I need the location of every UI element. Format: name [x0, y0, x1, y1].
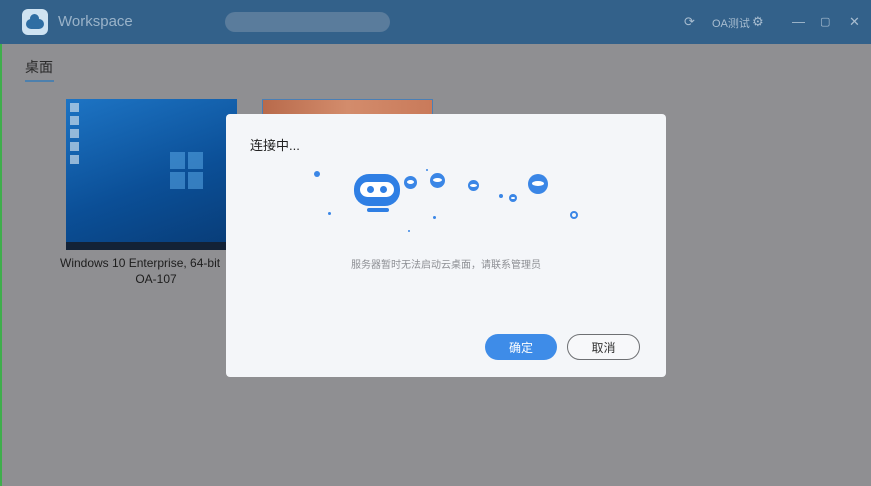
- robot-bubble-icon: [430, 173, 445, 188]
- loading-dot: [499, 194, 503, 198]
- loading-animation: [306, 164, 596, 244]
- desktop-thumbnail[interactable]: [66, 99, 237, 250]
- loading-dot: [314, 171, 320, 177]
- robot-bubble-icon: [468, 180, 479, 191]
- title-bar: Workspace ⟳ OA测试 ⚙ — ▢ ✕: [0, 0, 871, 44]
- robot-bubble-icon: [509, 194, 517, 202]
- app-title: Workspace: [58, 13, 133, 30]
- dialog-message: 服务器暂时无法启动云桌面，请联系管理员: [351, 260, 541, 271]
- confirm-button[interactable]: 确定: [485, 334, 557, 360]
- loading-dot: [426, 169, 428, 171]
- loading-ring: [570, 211, 578, 219]
- robot-bubble-icon: [404, 176, 417, 189]
- loading-dot: [433, 216, 436, 219]
- app-logo-icon: [22, 9, 48, 35]
- cancel-button[interactable]: 取消: [567, 334, 640, 360]
- window-edge: [0, 44, 2, 486]
- tab-desktop[interactable]: 桌面: [25, 57, 53, 77]
- tab-active-indicator: [25, 80, 54, 82]
- blurred-address-field: [225, 12, 390, 32]
- maximize-icon[interactable]: ▢: [820, 12, 830, 32]
- desktop-subtitle: OA-107: [135, 272, 177, 286]
- gear-icon[interactable]: ⚙: [752, 12, 764, 32]
- desktop-taskbar: [66, 242, 237, 250]
- close-icon[interactable]: ✕: [849, 12, 860, 32]
- loading-dot: [328, 212, 331, 215]
- minimize-icon[interactable]: —: [792, 12, 805, 32]
- connecting-dialog: 连接中... 服务器暂时无法启动云桌面，请联系管理员 确定 取消: [226, 114, 666, 377]
- robot-mascot-icon: [354, 174, 400, 214]
- robot-bubble-icon: [528, 174, 548, 194]
- user-name[interactable]: OA测试: [712, 15, 750, 31]
- desktop-thumbnail-second[interactable]: [262, 99, 433, 115]
- loading-dot: [408, 230, 410, 232]
- dialog-title: 连接中...: [250, 138, 300, 153]
- refresh-icon[interactable]: ⟳: [684, 12, 695, 32]
- windows-logo-icon: [170, 152, 204, 190]
